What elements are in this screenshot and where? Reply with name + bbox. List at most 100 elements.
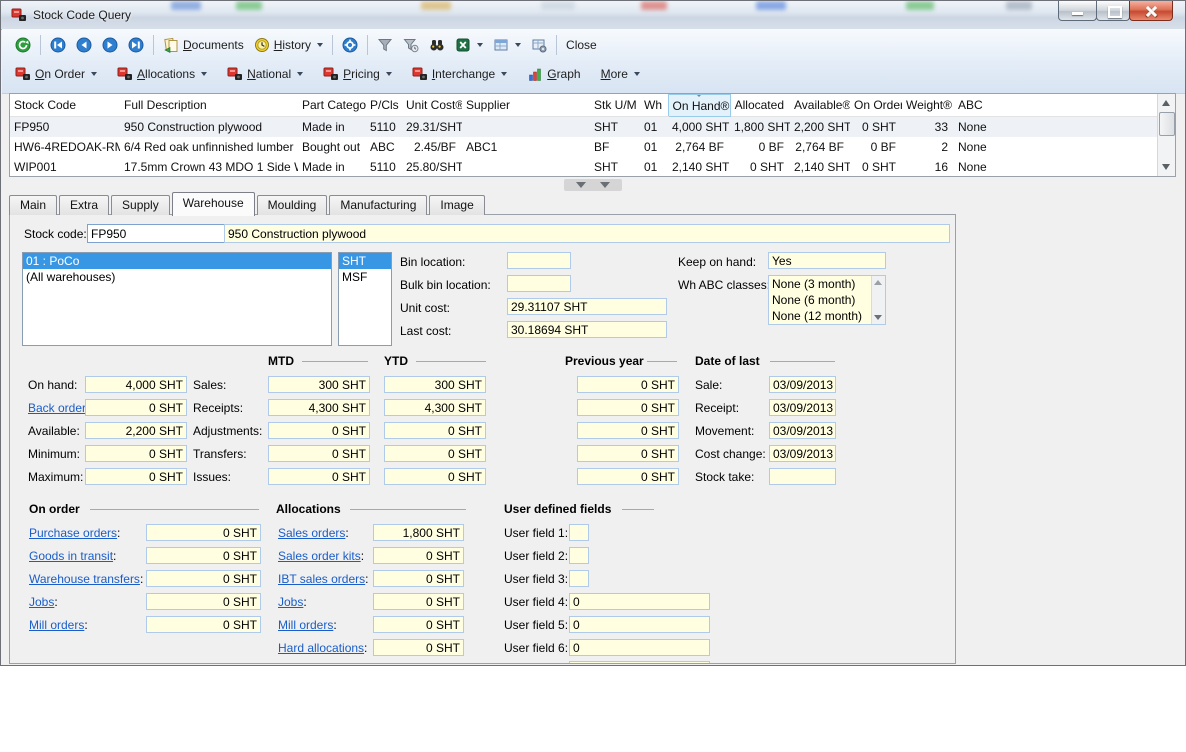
tab-manufacturing[interactable]: Manufacturing: [329, 195, 427, 215]
list-item[interactable]: None (12 month): [769, 308, 885, 324]
menu-national[interactable]: National: [222, 63, 308, 85]
cell[interactable]: [462, 157, 590, 177]
cell[interactable]: 2,200 SHT: [790, 117, 850, 138]
col-full-description[interactable]: Full Description: [120, 95, 298, 117]
back-order-link[interactable]: Back order:: [28, 401, 89, 415]
menu-interchange[interactable]: Interchange: [407, 63, 512, 85]
tab-extra[interactable]: Extra: [59, 195, 109, 215]
list-item[interactable]: (All warehouses): [23, 269, 331, 285]
cell[interactable]: 1,800 SHT: [730, 117, 790, 138]
scroll-up-icon[interactable]: [1162, 100, 1170, 106]
cell[interactable]: 2,140 SHT: [790, 157, 850, 177]
col-supplier[interactable]: Supplier: [462, 95, 590, 117]
filter-edit-button[interactable]: [398, 34, 424, 56]
minimize-button[interactable]: [1058, 1, 1097, 21]
cell[interactable]: 2,140 SHT: [668, 157, 730, 177]
cell[interactable]: 2.45/BF: [402, 137, 462, 157]
warehouse-listbox[interactable]: 01 : PoCo (All warehouses): [22, 252, 332, 346]
cell[interactable]: 01: [640, 117, 668, 138]
cell[interactable]: 2,764 BF: [790, 137, 850, 157]
table-row[interactable]: FP950 950 Construction plywood Made in 5…: [10, 117, 1158, 138]
menu-pricing[interactable]: Pricing: [318, 63, 397, 85]
options-button[interactable]: [337, 34, 363, 56]
cell[interactable]: 01: [640, 137, 668, 157]
scroll-down-icon[interactable]: [1162, 164, 1170, 170]
cell[interactable]: 0 BF: [730, 137, 790, 157]
cell[interactable]: 01: [640, 157, 668, 177]
col-available[interactable]: Available®: [790, 95, 850, 117]
close-window-button[interactable]: [1129, 1, 1173, 21]
col-stk-um[interactable]: Stk U/M: [590, 95, 640, 117]
export-excel-button[interactable]: [450, 34, 488, 56]
cell[interactable]: 0 SHT: [850, 157, 902, 177]
col-stock-code[interactable]: Stock Code: [10, 95, 120, 117]
cell[interactable]: ABC1: [462, 137, 590, 157]
cell[interactable]: 0 BF: [850, 137, 902, 157]
nav-next-button[interactable]: [97, 34, 123, 56]
scroll-down-icon[interactable]: [874, 315, 882, 320]
col-on-order[interactable]: On Order: [850, 95, 902, 117]
cell[interactable]: FP950: [10, 117, 120, 138]
tab-supply[interactable]: Supply: [111, 195, 170, 215]
cell[interactable]: 4,000 SHT: [668, 117, 730, 138]
wh-abc-classes-listbox[interactable]: None (3 month) None (6 month) None (12 m…: [768, 275, 886, 325]
menu-more[interactable]: More: [596, 64, 645, 84]
cell[interactable]: 29.31/SHT: [402, 117, 462, 138]
cell[interactable]: 33: [902, 117, 954, 138]
cell[interactable]: 17.5mm Crown 43 MDO 1 Side WIP: [120, 157, 298, 177]
cell[interactable]: SHT: [590, 117, 640, 138]
cell[interactable]: Made in: [298, 117, 366, 138]
sales-order-kits-link[interactable]: Sales order kits:: [278, 549, 364, 563]
grid-settings-button[interactable]: [526, 34, 552, 56]
cell[interactable]: 950 Construction plywood: [120, 117, 298, 138]
list-item[interactable]: 01 : PoCo: [23, 253, 331, 269]
cell[interactable]: HW6-4REDOAK-RM: [10, 137, 120, 157]
hard-allocations-link[interactable]: Hard allocations:: [278, 641, 367, 655]
menu-graph[interactable]: Graph: [522, 63, 585, 85]
table-row[interactable]: WIP001 17.5mm Crown 43 MDO 1 Side WIP Ma…: [10, 157, 1158, 177]
refresh-button[interactable]: [10, 34, 36, 56]
cell[interactable]: 16: [902, 157, 954, 177]
list-item[interactable]: SHT: [339, 253, 391, 269]
tab-moulding[interactable]: Moulding: [257, 195, 328, 215]
purchase-orders-link[interactable]: Purchase orders:: [29, 526, 120, 540]
col-unit-cost[interactable]: Unit Cost®: [402, 95, 462, 117]
mill-orders-link[interactable]: Mill orders:: [29, 618, 88, 632]
cell[interactable]: 0 SHT: [730, 157, 790, 177]
cell[interactable]: 6/4 Red oak unfinnished lumber: [120, 137, 298, 157]
col-part-category[interactable]: Part Category: [298, 95, 366, 117]
cell[interactable]: 0 SHT: [850, 117, 902, 138]
scroll-up-icon[interactable]: [874, 280, 882, 285]
cell[interactable]: 2,764 BF: [668, 137, 730, 157]
documents-button[interactable]: Documents: [158, 34, 249, 56]
cell[interactable]: None: [954, 137, 1002, 157]
nav-last-button[interactable]: [123, 34, 149, 56]
goods-in-transit-link[interactable]: Goods in transit:: [29, 549, 116, 563]
cell[interactable]: None: [954, 117, 1002, 138]
nav-first-button[interactable]: [45, 34, 71, 56]
close-button[interactable]: Close: [561, 35, 602, 55]
menu-allocations[interactable]: Allocations: [112, 63, 212, 85]
cell[interactable]: 2: [902, 137, 954, 157]
nav-previous-button[interactable]: [71, 34, 97, 56]
history-button[interactable]: History: [249, 34, 328, 56]
cell[interactable]: 5110: [366, 117, 402, 138]
col-wh[interactable]: Wh: [640, 95, 668, 117]
cell[interactable]: 5110: [366, 157, 402, 177]
cell[interactable]: Made in: [298, 157, 366, 177]
col-weight[interactable]: Weight®: [902, 95, 954, 117]
stock-code-input[interactable]: FP950: [87, 224, 243, 243]
listbox-scrollbar[interactable]: [871, 276, 885, 324]
list-item[interactable]: None (6 month): [769, 292, 885, 308]
menu-on-order[interactable]: On Order: [10, 63, 102, 85]
jobs-on-order-link[interactable]: Jobs:: [29, 595, 58, 609]
scrollbar-thumb[interactable]: [1159, 112, 1175, 136]
maximize-button[interactable]: [1096, 1, 1130, 21]
cell[interactable]: None: [954, 157, 1002, 177]
cell[interactable]: [462, 117, 590, 138]
cell[interactable]: ABC: [366, 137, 402, 157]
sales-orders-link[interactable]: Sales orders:: [278, 526, 349, 540]
tab-main[interactable]: Main: [9, 195, 57, 215]
splitter-collapse-handle[interactable]: [564, 179, 622, 191]
cell[interactable]: Bought out: [298, 137, 366, 157]
